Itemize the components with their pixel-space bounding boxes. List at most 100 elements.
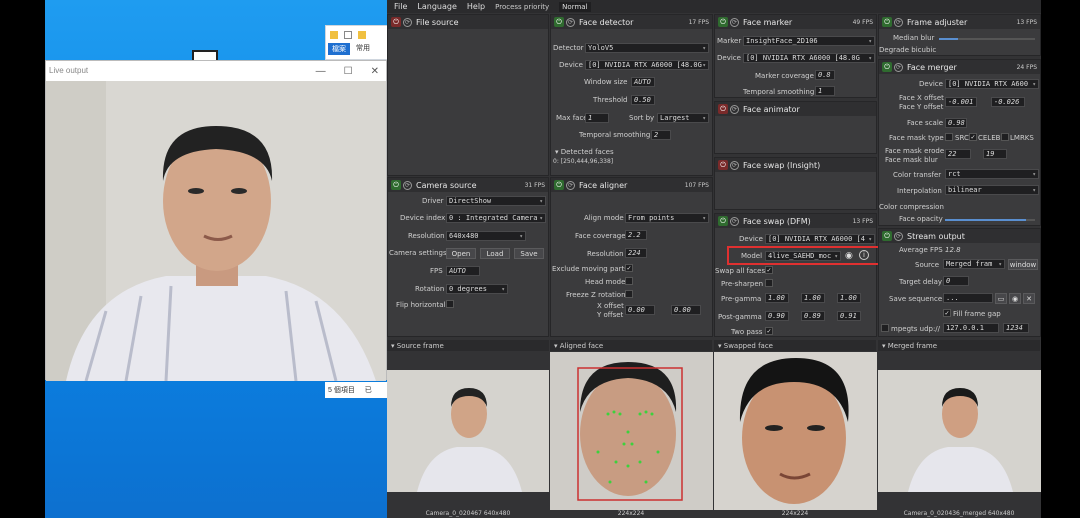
exclude-moving-parts-checkbox[interactable]: ✓ [625, 264, 633, 272]
window-title-bar[interactable]: Live output — ☐ ✕ [46, 61, 386, 81]
merged-frame-header[interactable]: ▾ Merged frame [878, 340, 1040, 351]
face-y-offset-input[interactable]: -0.026 [991, 97, 1025, 107]
maximize-icon[interactable]: ☐ [344, 66, 353, 77]
save-sequence-input[interactable]: ... [943, 293, 993, 303]
device-select[interactable]: [0] NVIDIA RTX A6000 [48.0G [743, 53, 875, 63]
face-coverage-input[interactable]: 2.2 [625, 230, 647, 240]
ip-input[interactable]: 127.0.0.1 [943, 323, 999, 333]
settings-icon[interactable]: ⟳ [894, 231, 903, 241]
settings-icon[interactable]: ⟳ [894, 62, 903, 72]
checkbox-icon[interactable] [344, 30, 352, 39]
face-scale-input[interactable]: 0.98 [945, 118, 967, 128]
color-transfer-select[interactable]: rct [945, 169, 1039, 179]
threshold-input[interactable]: 0.50 [631, 95, 655, 105]
power-icon[interactable]: ⏻ [391, 17, 401, 27]
two-pass-checkbox[interactable]: ✓ [765, 327, 773, 335]
source-frame-header[interactable]: ▾ Source frame [387, 340, 549, 351]
file-explorer-window[interactable]: 檔案 常用 [325, 25, 388, 60]
freeze-z-checkbox[interactable] [625, 290, 633, 298]
tab-file[interactable]: 檔案 [328, 43, 350, 55]
detected-faces-label[interactable]: ▾ Detected faces [555, 148, 614, 156]
temporal-smoothing-input[interactable]: 2 [651, 130, 671, 140]
marker-select[interactable]: InsightFace_2D106 [743, 36, 875, 46]
max-faces-input[interactable]: 1 [585, 113, 609, 123]
post-gamma-r[interactable]: 0.90 [765, 311, 789, 321]
close-icon[interactable]: ✕ [371, 66, 379, 77]
driver-select[interactable]: DirectShow [446, 196, 546, 206]
tab-home[interactable]: 常用 [356, 43, 370, 55]
temporal-smoothing-input[interactable]: 1 [815, 86, 835, 96]
power-icon[interactable]: ⏻ [882, 231, 892, 241]
power-icon[interactable]: ⏻ [391, 180, 401, 190]
swap-all-faces-checkbox[interactable]: ✓ [765, 266, 773, 274]
menu-file[interactable]: File [394, 2, 407, 11]
power-icon[interactable]: ⏻ [718, 17, 728, 27]
power-icon[interactable]: ⏻ [554, 180, 564, 190]
priority-select[interactable]: Normal [559, 1, 591, 12]
settings-icon[interactable]: ⟳ [730, 17, 739, 27]
fill-frame-gap-checkbox[interactable]: ✓ [943, 309, 951, 317]
menu-language[interactable]: Language [417, 2, 456, 11]
folder-icon[interactable]: ▭ [995, 293, 1007, 304]
live-output-window[interactable]: Live output — ☐ ✕ [45, 60, 387, 381]
detector-select[interactable]: YoloV5 [585, 43, 709, 53]
celeb-checkbox[interactable]: ✓ [969, 133, 977, 141]
y-offset-input[interactable]: 0.00 [671, 305, 701, 315]
settings-icon[interactable]: ⟳ [566, 180, 575, 190]
device-select[interactable]: [0] NVIDIA RTX A6000 [4 [765, 234, 875, 244]
settings-icon[interactable]: ⟳ [894, 17, 903, 27]
lmrks-checkbox[interactable] [1001, 133, 1009, 141]
eye-icon[interactable]: ◉ [1009, 293, 1021, 304]
post-gamma-b[interactable]: 0.91 [837, 311, 861, 321]
resolution-input[interactable]: 224 [625, 248, 647, 258]
load-button[interactable]: Load [480, 248, 510, 259]
settings-icon[interactable]: ⟳ [730, 160, 739, 170]
save-button[interactable]: Save [514, 248, 544, 259]
settings-icon[interactable]: ⟳ [730, 104, 739, 114]
power-icon[interactable]: ⏻ [718, 216, 728, 226]
x-offset-input[interactable]: 0.00 [625, 305, 655, 315]
sort-by-select[interactable]: Largest [657, 113, 709, 123]
fps-input[interactable]: AUTO [446, 266, 480, 276]
power-icon[interactable]: ⏻ [554, 17, 564, 27]
pre-gamma-g[interactable]: 1.00 [801, 293, 825, 303]
menu-help[interactable]: Help [467, 2, 485, 11]
power-icon[interactable]: ⏻ [882, 17, 892, 27]
power-icon[interactable]: ⏻ [718, 104, 728, 114]
head-mode-checkbox[interactable] [625, 277, 633, 285]
settings-icon[interactable]: ⟳ [403, 180, 412, 190]
device-select[interactable]: [0] NVIDIA RTX A6000 [48.0G [585, 60, 709, 70]
interpolation-select[interactable]: bilinear [945, 185, 1039, 195]
window-size-input[interactable]: AUTO [631, 77, 655, 87]
rotation-select[interactable]: 0 degrees [446, 284, 508, 294]
close-icon[interactable]: ✕ [1023, 293, 1035, 304]
marker-coverage-input[interactable]: 0.8 [815, 70, 835, 80]
src-checkbox[interactable] [945, 133, 953, 141]
face-mask-erode-input[interactable]: 22 [945, 149, 971, 159]
settings-icon[interactable]: ⟳ [566, 17, 575, 27]
align-mode-select[interactable]: From points [625, 213, 709, 223]
device-index-select[interactable]: 0 : Integrated Camera [446, 213, 546, 223]
settings-icon[interactable]: ⟳ [730, 216, 739, 226]
power-icon[interactable]: ⏻ [882, 62, 892, 72]
aligned-face-header[interactable]: ▾ Aligned face [550, 340, 712, 351]
post-gamma-g[interactable]: 0.89 [801, 311, 825, 321]
face-x-offset-input[interactable]: -0.001 [945, 97, 977, 107]
open-button[interactable]: Open [446, 248, 476, 259]
window-button[interactable]: window [1008, 259, 1038, 270]
mpegts-checkbox[interactable] [881, 324, 889, 332]
face-mask-blur-input[interactable]: 19 [983, 149, 1007, 159]
pre-gamma-b[interactable]: 1.00 [837, 293, 861, 303]
source-select[interactable]: Merged fram [943, 259, 1005, 269]
pre-sharpen-checkbox[interactable] [765, 279, 773, 287]
pre-gamma-r[interactable]: 1.00 [765, 293, 789, 303]
target-delay-input[interactable]: 0 [943, 276, 969, 286]
device-select[interactable]: [0] NVIDIA RTX A600 [945, 79, 1039, 89]
settings-icon[interactable]: ⟳ [403, 17, 412, 27]
flip-horizontal-checkbox[interactable] [446, 300, 454, 308]
port-input[interactable]: 1234 [1003, 323, 1029, 333]
swapped-face-header[interactable]: ▾ Swapped face [714, 340, 876, 351]
power-icon[interactable]: ⏻ [718, 160, 728, 170]
resolution-select[interactable]: 640x480 [446, 231, 526, 241]
minimize-icon[interactable]: — [316, 66, 326, 77]
